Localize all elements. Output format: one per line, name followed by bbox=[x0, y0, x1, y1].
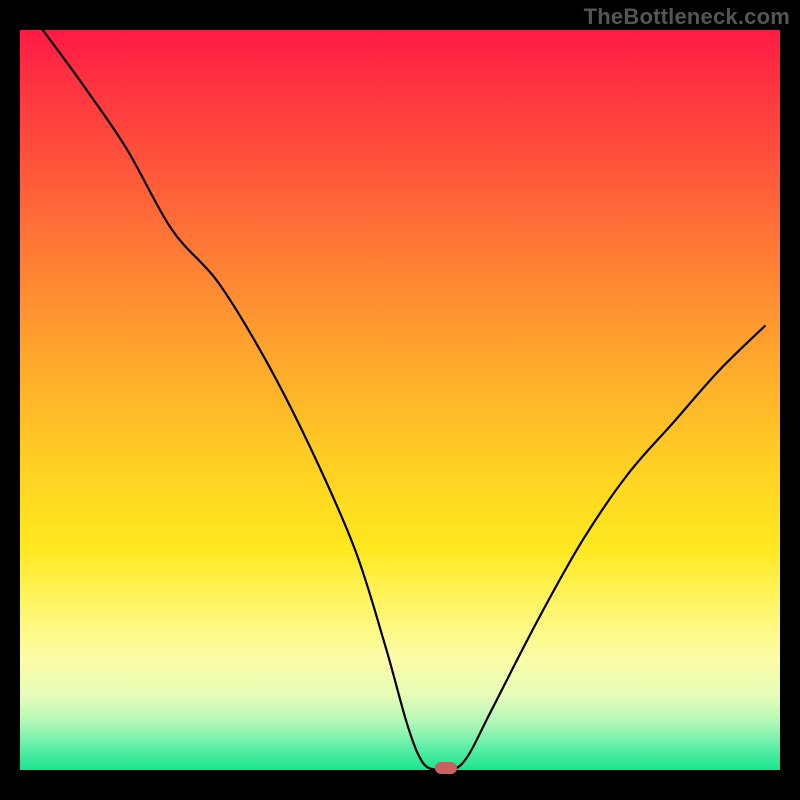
bottleneck-curve bbox=[43, 30, 765, 770]
plot-area bbox=[20, 30, 780, 770]
optimal-point-marker bbox=[435, 762, 457, 774]
attribution-label: TheBottleneck.com bbox=[584, 4, 790, 30]
bottleneck-curve-svg bbox=[20, 30, 780, 770]
chart-frame: TheBottleneck.com bbox=[0, 0, 800, 800]
